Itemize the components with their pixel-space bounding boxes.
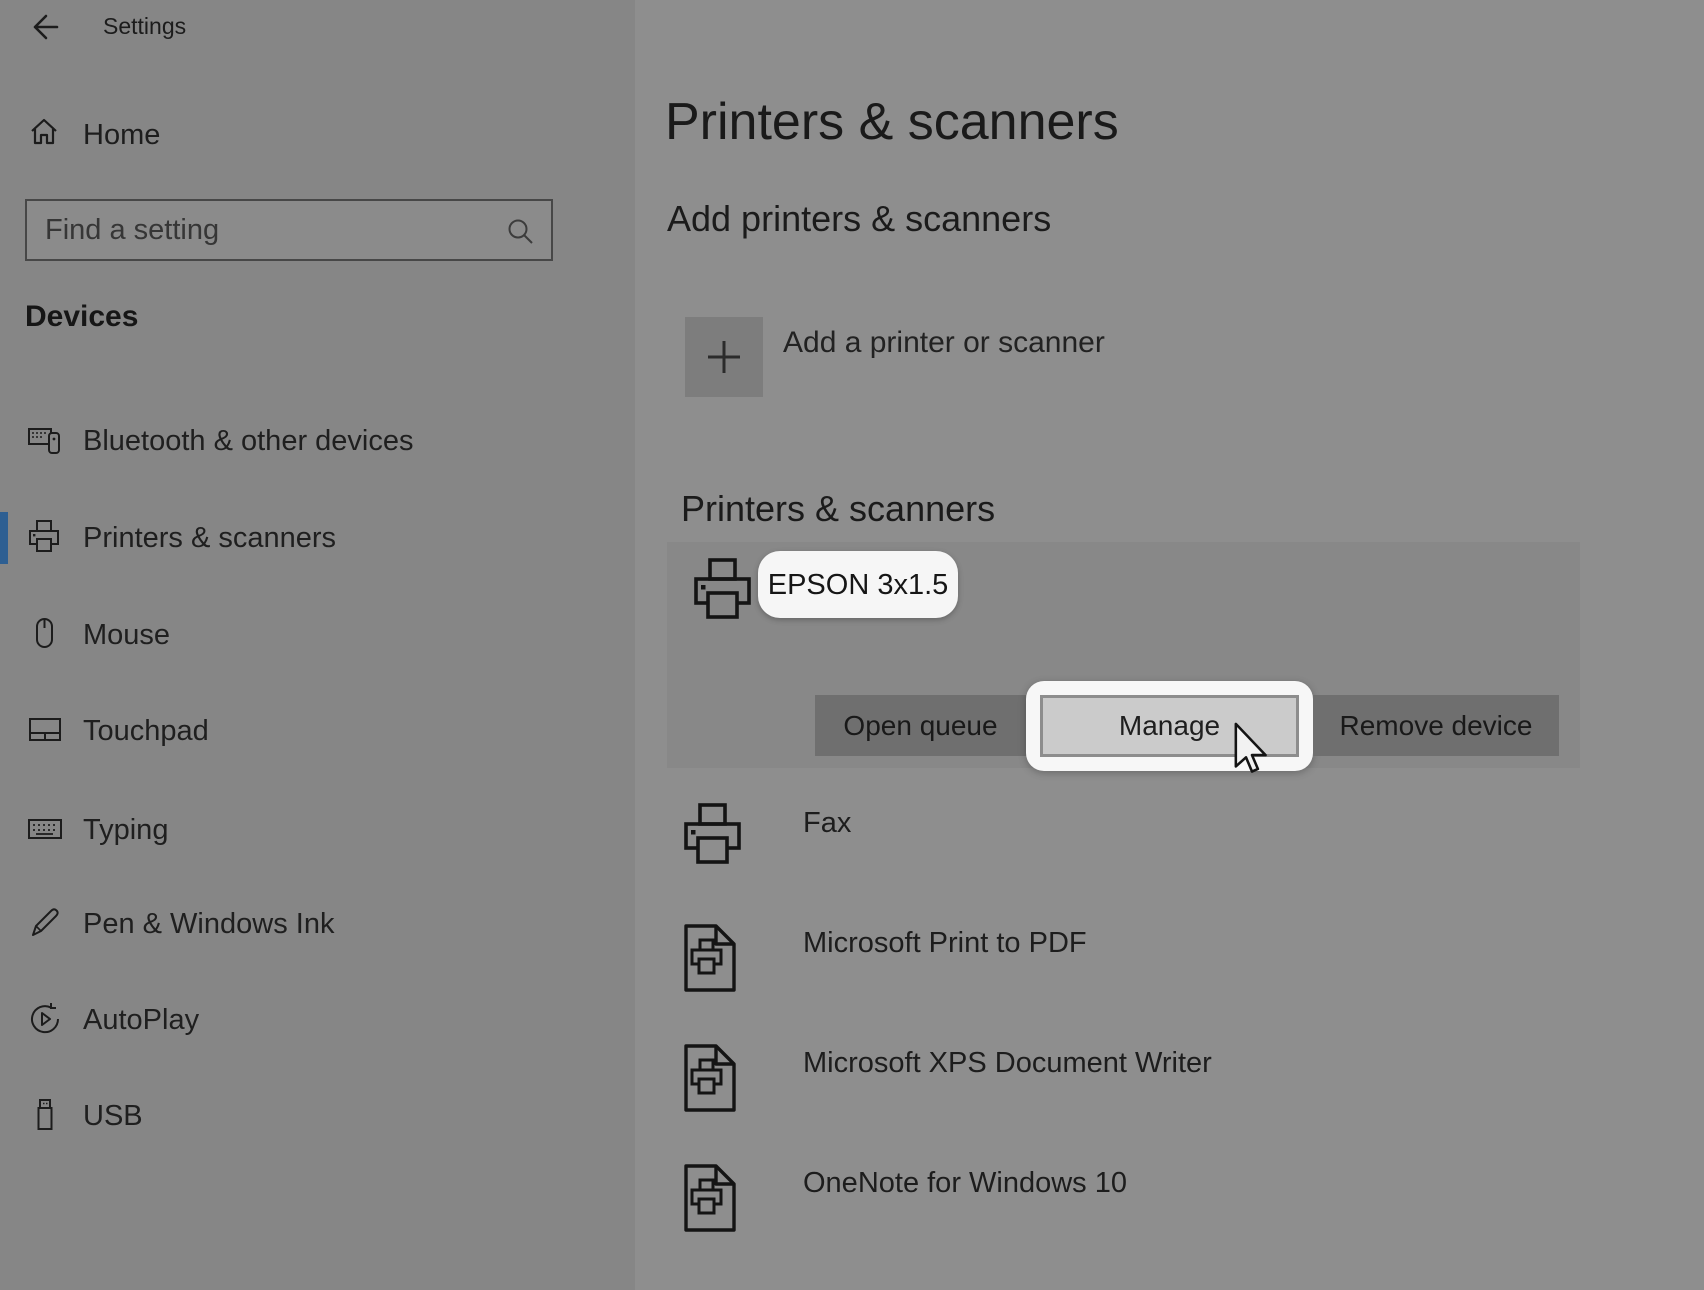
sidebar-item-touchpad[interactable]: Touchpad [0, 683, 635, 778]
print-to-file-icon [683, 923, 737, 993]
printer-name: OneNote for Windows 10 [803, 1167, 1127, 1200]
sidebar-item-label: Pen & Windows Ink [83, 908, 334, 941]
sidebar-item-usb[interactable]: USB [0, 1068, 635, 1163]
add-printers-heading: Add printers & scanners [667, 198, 1051, 240]
printer-item-fax[interactable]: Fax [667, 803, 1567, 903]
usb-icon [27, 1097, 63, 1133]
plus-icon [704, 337, 744, 377]
sidebar-item-label: USB [83, 1100, 143, 1133]
sidebar-item-mouse[interactable]: Mouse [0, 587, 635, 682]
home-icon [28, 116, 60, 148]
sidebar-item-label: AutoPlay [83, 1004, 199, 1037]
sidebar-item-label: Mouse [83, 619, 170, 652]
printer-name: Microsoft XPS Document Writer [803, 1047, 1212, 1080]
printer-name: EPSON 3x1.5 [758, 569, 958, 602]
search-icon[interactable] [505, 216, 535, 246]
back-button[interactable] [26, 10, 60, 44]
sidebar: Settings Home Devices [0, 0, 635, 1290]
highlight-manage-button: Manage [1026, 681, 1313, 771]
sidebar-item-label: Typing [83, 814, 168, 847]
sidebar-item-label: Bluetooth & other devices [83, 425, 413, 458]
printers-scanners-page: Printers & scanners Add printers & scann… [635, 0, 1704, 1290]
settings-window: Settings Home Devices [0, 0, 1704, 1290]
printer-item-print-to-pdf[interactable]: Microsoft Print to PDF [667, 923, 1567, 1023]
open-queue-button[interactable]: Open queue [815, 695, 1026, 756]
page-title: Printers & scanners [665, 92, 1119, 152]
left-arrow-icon [26, 10, 60, 44]
sidebar-item-autoplay[interactable]: AutoPlay [0, 972, 635, 1067]
printer-item-onenote[interactable]: OneNote for Windows 10 [667, 1163, 1567, 1263]
print-to-file-icon [683, 1163, 737, 1233]
keyboard-icon [27, 811, 63, 847]
search-box[interactable] [25, 199, 553, 261]
mouse-icon [27, 616, 63, 652]
sidebar-item-label: Home [83, 119, 160, 152]
search-input[interactable] [45, 201, 485, 259]
printer-icon [693, 558, 757, 628]
sidebar-item-label: Printers & scanners [83, 522, 336, 555]
autoplay-icon [27, 1001, 63, 1037]
printer-name: Fax [803, 807, 851, 840]
sidebar-section-heading: Devices [25, 300, 138, 334]
printer-icon [683, 803, 747, 873]
printer-item-epson-selected[interactable]: EPSON 3x1.5 Open queue Manage Remove dev… [667, 542, 1580, 768]
title-bar: Settings [0, 0, 635, 56]
keyboard-mouse-icon [27, 422, 63, 458]
window-title: Settings [103, 13, 186, 40]
sidebar-item-typing[interactable]: Typing [0, 782, 635, 877]
highlight-epson-label: EPSON 3x1.5 [758, 551, 958, 618]
printer-name: Microsoft Print to PDF [803, 927, 1087, 960]
printer-item-xps-writer[interactable]: Microsoft XPS Document Writer [667, 1043, 1567, 1143]
mouse-cursor [1233, 722, 1267, 774]
pen-icon [27, 905, 63, 941]
print-to-file-icon [683, 1043, 737, 1113]
remove-device-button[interactable]: Remove device [1313, 695, 1559, 756]
sidebar-item-printers-scanners[interactable]: Printers & scanners [0, 490, 635, 585]
touchpad-icon [27, 712, 63, 748]
add-printer-button[interactable] [685, 317, 763, 397]
add-printer-label: Add a printer or scanner [783, 326, 1105, 360]
sidebar-item-bluetooth-other-devices[interactable]: Bluetooth & other devices [0, 393, 635, 488]
printer-icon [27, 519, 63, 555]
sidebar-item-label: Touchpad [83, 715, 209, 748]
selected-accent-bar [0, 512, 8, 564]
sidebar-item-pen-windows-ink[interactable]: Pen & Windows Ink [0, 876, 635, 971]
printers-list-heading: Printers & scanners [681, 488, 995, 530]
sidebar-item-home[interactable]: Home [0, 108, 635, 160]
